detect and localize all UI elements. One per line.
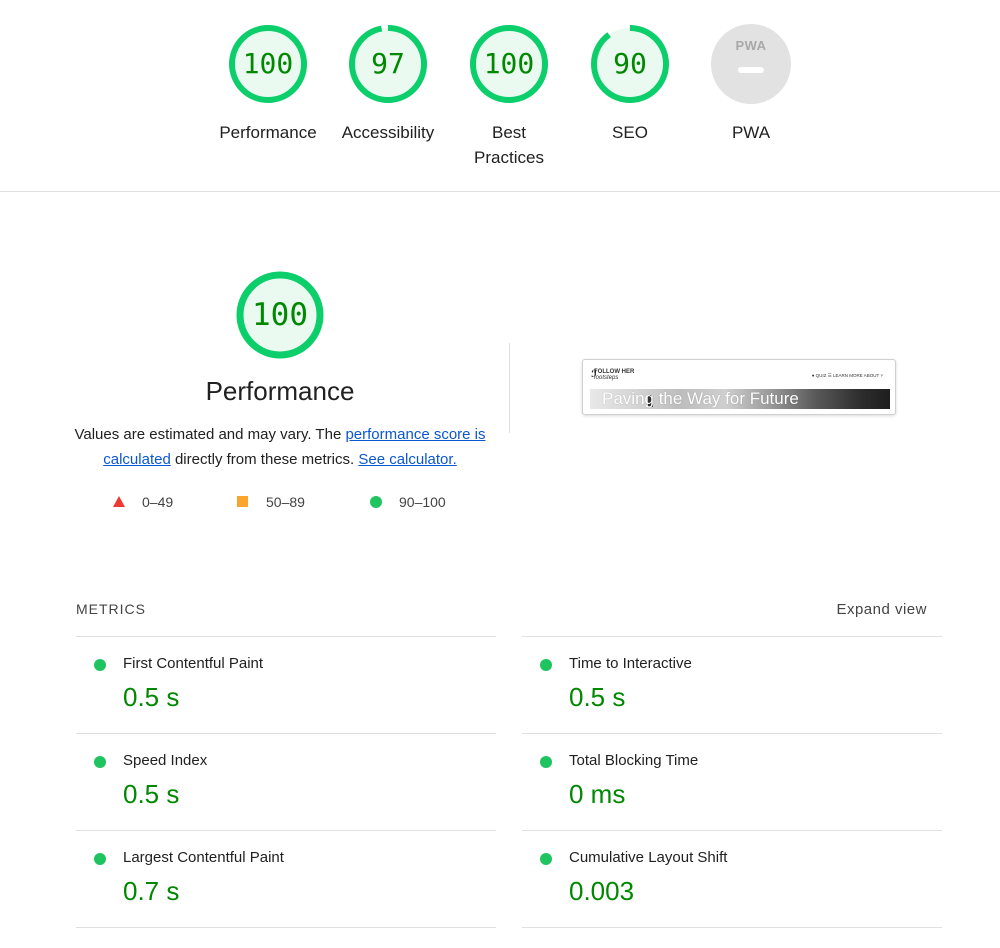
metric-total-blocking-time: Total Blocking Time 0 ms [522,733,942,830]
vertical-divider [509,343,510,433]
metric-largest-contentful-paint: Largest Contentful Paint 0.7 s [76,830,496,927]
metric-first-contentful-paint: First Contentful Paint 0.5 s [76,636,496,733]
final-screenshot-thumbnail[interactable]: ℐ FOLLOW HER footsteps ● QUIZ ☰ LEARN MO… [582,359,896,415]
desc-text: Values are estimated and may vary. The [74,426,346,443]
gauge-score: 90 [613,47,647,80]
pwa-badge: PWA [711,24,791,104]
metric-name: Cumulative Layout Shift [569,849,728,866]
gauge-accessibility[interactable]: 97 Accessibility [328,24,448,145]
thumbnail-logo-line2: footsteps [594,375,619,381]
gauge-score: 100 [483,47,535,80]
thumbnail-nav: ● QUIZ ☰ LEARN MORE ABOUT ˅ [811,373,883,378]
thumbnail-logo: ℐ FOLLOW HER footsteps [591,369,634,381]
gauge-label: Performance [219,123,317,142]
gauge-performance[interactable]: 100 Performance [208,24,328,145]
performance-title: Performance [205,376,355,406]
metric-cumulative-layout-shift: Cumulative Layout Shift 0.003 [522,830,942,927]
gauge-seo[interactable]: 90 SEO [570,24,690,145]
metric-value: 0.5 s [123,779,180,809]
gauge-label: Accessibility [341,123,435,142]
metric-value: 0.7 s [123,876,180,906]
pass-circle-icon [540,756,552,768]
gauge-label: PWA [731,123,771,142]
desc-text: directly from these metrics. [170,451,359,468]
metric-time-to-interactive: Time to Interactive 0.5 s [522,636,942,733]
pwa-badge-text: PWA [735,38,767,53]
orange-square-icon [237,496,248,507]
legend-average-label: 50–89 [266,494,305,510]
gauge-ring: 97 [348,24,428,104]
metrics-heading: METRICS [76,601,146,617]
metric-value: 0.5 s [569,682,626,712]
metric-value: 0 ms [569,779,626,809]
thumbnail-hero-text: Paving the Way for Future [602,389,799,408]
metric-value: 0.003 [569,876,635,906]
pass-circle-icon [540,659,552,671]
pass-circle-icon [94,659,106,671]
red-triangle-icon [113,496,125,507]
pass-circle-icon [94,756,106,768]
green-circle-icon [370,496,382,508]
gauge-score: 97 [371,47,405,80]
pwa-dash-icon [738,67,764,73]
logo-swoosh-icon: ℐ [591,369,597,380]
pass-circle-icon [540,853,552,865]
gauge-ring: 100 [228,24,308,104]
gauge-ring: 100 [469,24,549,104]
gauge-label: Best Practices [474,123,544,167]
metric-name: Total Blocking Time [569,752,699,769]
metrics-bottom-divider [522,927,942,928]
see-calculator-link[interactable]: See calculator. [358,451,456,468]
gauge-ring: 90 [590,24,670,104]
legend-pass-label: 90–100 [399,494,446,510]
performance-description: Values are estimated and may vary. The p… [65,422,495,472]
thumbnail-hero-image: Paving the Way for Future [590,389,890,409]
pass-circle-icon [94,853,106,865]
legend-fail-label: 0–49 [142,494,174,510]
metrics-bottom-divider [76,927,496,928]
metric-value: 0.5 s [123,682,180,712]
gauge-label: SEO [612,123,648,142]
metric-name: Time to Interactive [569,655,692,672]
gauge-score: 100 [242,47,294,80]
metric-name: First Contentful Paint [123,655,264,672]
gauge-pwa[interactable]: PWA PWA [691,24,811,145]
expand-view-toggle[interactable]: Expand view [836,601,927,618]
performance-gauge: 100 [235,270,325,360]
metric-speed-index: Speed Index 0.5 s [76,733,496,830]
category-gauges: 100 Performance 97 Accessibility 100 Bes… [0,0,1000,192]
score-legend: 0–49 50–89 90–100 [0,493,560,513]
gauge-best-practices[interactable]: 100 Best Practices [449,24,569,170]
metric-name: Speed Index [123,752,208,769]
performance-score: 100 [252,297,308,333]
metric-name: Largest Contentful Paint [123,849,284,866]
